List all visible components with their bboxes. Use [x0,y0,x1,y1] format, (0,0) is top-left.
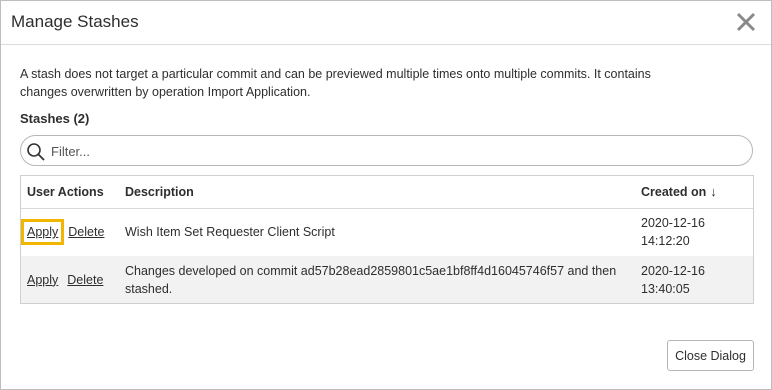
apply-link[interactable]: Apply [27,273,58,287]
table-row: Apply Delete Changes developed on commit … [21,256,753,303]
dialog-header: Manage Stashes [1,1,771,45]
actions-cell: Apply Delete [21,208,119,256]
created-time: 14:12:20 [641,234,690,249]
stashes-table: User Actions Description Created on ↓ App… [20,175,754,304]
header-created-label: Created on [641,185,707,200]
created-cell: 2020-12-16 13:40:05 [639,256,753,303]
created-date: 2020-12-16 [641,263,705,278]
search-icon [26,142,46,167]
created-time: 13:40:05 [641,281,690,296]
created-date: 2020-12-16 [641,216,705,231]
dialog-title: Manage Stashes [11,12,139,31]
created-cell: 2020-12-16 14:12:20 [639,208,753,256]
description-cell: Wish Item Set Requester Client Script [125,225,335,240]
table-header-row: User Actions Description Created on ↓ [21,176,753,209]
filter-input[interactable] [49,140,739,162]
header-user-actions: User Actions [21,176,119,209]
manage-stashes-dialog: Manage Stashes A stash does not target a… [0,0,772,390]
header-description: Description [119,176,639,209]
delete-link[interactable]: Delete [68,225,104,239]
header-created-on[interactable]: Created on ↓ [639,176,753,209]
description-cell: Changes developed on commit ad57b28ead28… [119,256,639,303]
sort-down-icon[interactable]: ↓ [710,184,717,199]
apply-highlight: Apply [21,219,65,246]
close-dialog-button[interactable]: Close Dialog [667,340,754,371]
table-row: Apply Delete Wish Item Set Requester Clie… [21,208,753,256]
apply-link[interactable]: Apply [27,225,58,239]
actions-cell: Apply Delete [21,256,119,303]
dialog-description: A stash does not target a particular com… [20,67,651,99]
stashes-heading: Stashes (2) [20,111,90,126]
close-icon[interactable] [733,9,759,35]
delete-link[interactable]: Delete [67,273,103,287]
filter-field[interactable] [20,135,753,166]
